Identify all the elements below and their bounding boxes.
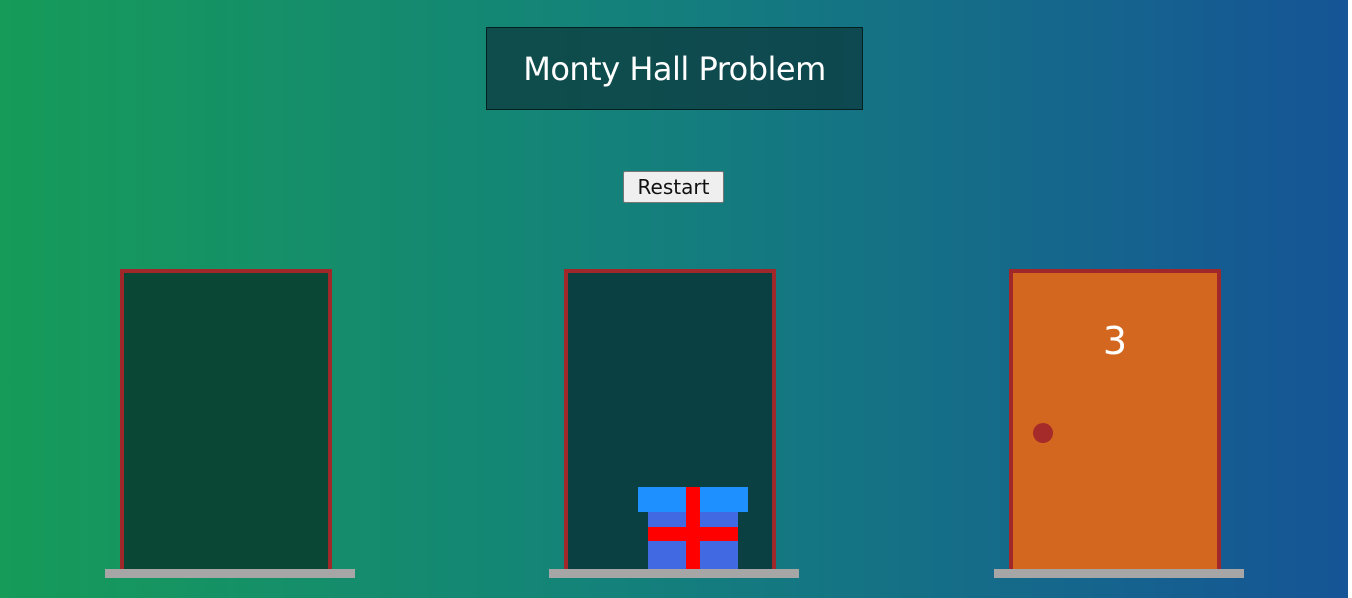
door-3-step [994,569,1244,578]
door-2-step [549,569,799,578]
door-1-opening[interactable] [120,269,332,569]
door-knob-icon [1033,423,1053,443]
restart-button[interactable]: Restart [623,171,724,203]
gift-ribbon-vertical [686,487,700,573]
gift-icon [638,487,748,573]
door-3-panel[interactable]: 3 [1009,269,1221,569]
page-title: Monty Hall Problem [486,27,863,110]
page-title-text: Monty Hall Problem [523,49,826,88]
door-3[interactable]: 3 [994,269,1244,579]
door-3-number: 3 [1102,319,1128,363]
page-edge [1348,0,1352,598]
door-2[interactable] [549,269,799,579]
door-1[interactable] [105,269,355,579]
door-1-step [105,569,355,578]
door-2-opening[interactable] [564,269,776,573]
